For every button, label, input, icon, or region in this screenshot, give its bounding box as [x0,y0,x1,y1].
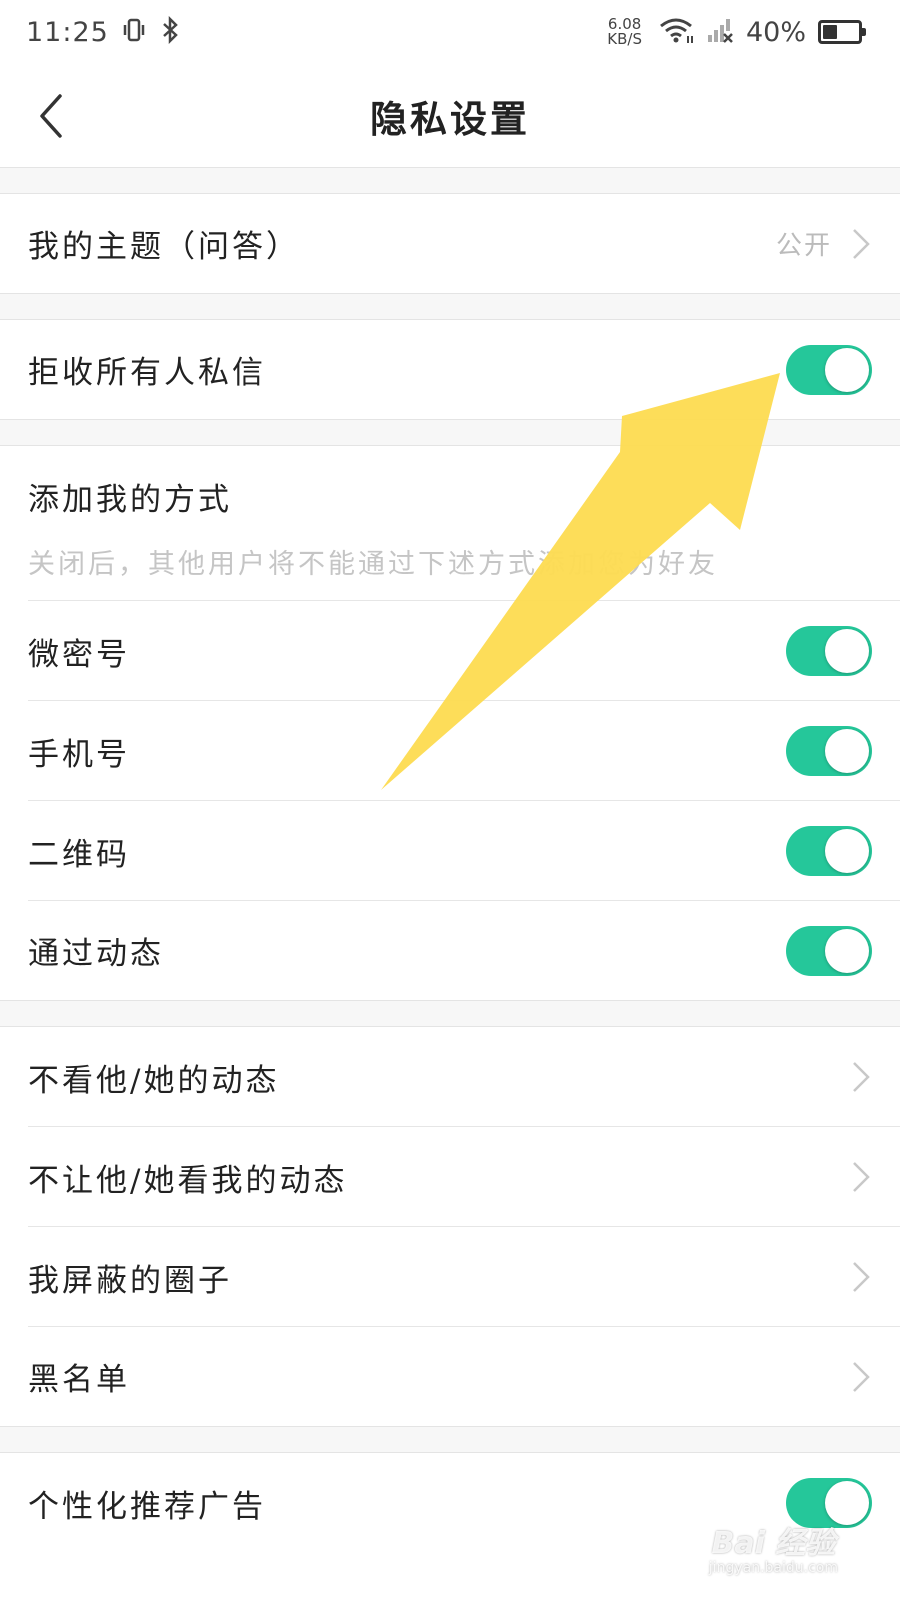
moments-item-hide-their-moments[interactable]: 不看他/她的动态 [0,1027,900,1127]
add-me-item-phone: 手机号 [0,701,900,801]
reject-messages-row: 拒收所有人私信 [0,320,900,420]
add-me-item-label: 通过动态 [28,936,164,972]
bluetooth-icon [159,15,181,48]
nav-bar: 隐私设置 [0,64,900,168]
add-me-item-label: 手机号 [28,736,130,773]
net-speed-unit: KB/S [607,30,642,48]
chevron-right-icon [853,1162,870,1192]
battery-icon [818,20,866,44]
reject-messages-toggle[interactable] [786,344,872,395]
chevron-right-icon [853,1262,870,1292]
add-me-toggle[interactable] [786,726,872,776]
add-me-item-label: 微密号 [28,636,130,673]
personalized-ads-label: 个性化推荐广告 [28,1488,266,1525]
moments-item-blocked-circles[interactable]: 我屏蔽的圈子 [0,1227,900,1327]
toggle-knob [825,829,869,873]
moments-item-label: 不看他/她的动态 [28,1062,280,1099]
add-me-title: 添加我的方式 [28,482,232,518]
chevron-right-icon [853,1062,870,1092]
add-me-item-wechat-id: 微密号 [0,601,900,701]
section-gap [0,294,900,320]
toggle-knob [825,629,869,673]
moments-item-label: 不让他/她看我的动态 [28,1162,348,1199]
status-right: 6.08 KB/S 40% [607,16,866,48]
page-title: 隐私设置 [370,96,530,141]
wifi-icon [658,16,694,48]
my-topic-label: 我的主题（问答） [28,229,300,265]
watermark-logo: Bai 经验 jingyan.baidu.com [709,1518,838,1576]
add-me-header-inner: 添加我的方式 关闭后，其他用户将不能通过下述方式添加您为好友 [0,446,900,594]
reject-messages-label: 拒收所有人私信 [28,355,266,391]
my-topic-row[interactable]: 我的主题（问答） 公开 [0,194,900,294]
chevron-right-icon [853,1361,870,1392]
section-gap [0,1001,900,1027]
chevron-right-icon [853,228,870,259]
my-topic-right: 公开 [776,225,872,262]
section-gap [0,168,900,194]
status-time: 11:25 [26,16,109,48]
vibrate-icon [121,17,147,47]
add-me-toggle[interactable] [786,626,872,676]
watermark-main: Bai 经验 [711,1526,836,1561]
add-me-toggle[interactable] [786,826,872,876]
my-topic-value: 公开 [775,231,832,261]
net-speed: 6.08 KB/S [607,17,642,47]
add-me-item-qrcode: 二维码 [0,801,900,901]
toggle-knob [825,347,869,392]
toggle-knob [825,928,869,973]
status-bar: 11:25 6.08 KB/S 40% [0,0,900,64]
section-gap [0,420,900,446]
back-button[interactable] [30,88,80,144]
section-gap [0,1427,900,1453]
moments-item-label: 黑名单 [28,1362,130,1398]
add-me-item-moments: 通过动态 [0,901,900,1001]
status-left: 11:25 [26,15,181,48]
add-me-description: 关闭后，其他用户将不能通过下述方式添加您为好友 [28,549,718,580]
add-me-header: 添加我的方式 关闭后，其他用户将不能通过下述方式添加您为好友 [0,446,900,601]
battery-level [823,25,837,39]
add-me-toggle[interactable] [786,925,872,976]
battery-percent: 40% [745,16,806,48]
watermark-sub: jingyan.baidu.com [708,1560,838,1576]
toggle-knob [825,729,869,773]
moments-item-blacklist[interactable]: 黑名单 [0,1327,900,1427]
chevron-left-icon [40,94,62,138]
moments-item-hide-my-moments[interactable]: 不让他/她看我的动态 [0,1127,900,1227]
signal-icon [706,16,734,48]
add-me-item-label: 二维码 [28,836,130,873]
moments-item-label: 我屏蔽的圈子 [28,1262,232,1299]
